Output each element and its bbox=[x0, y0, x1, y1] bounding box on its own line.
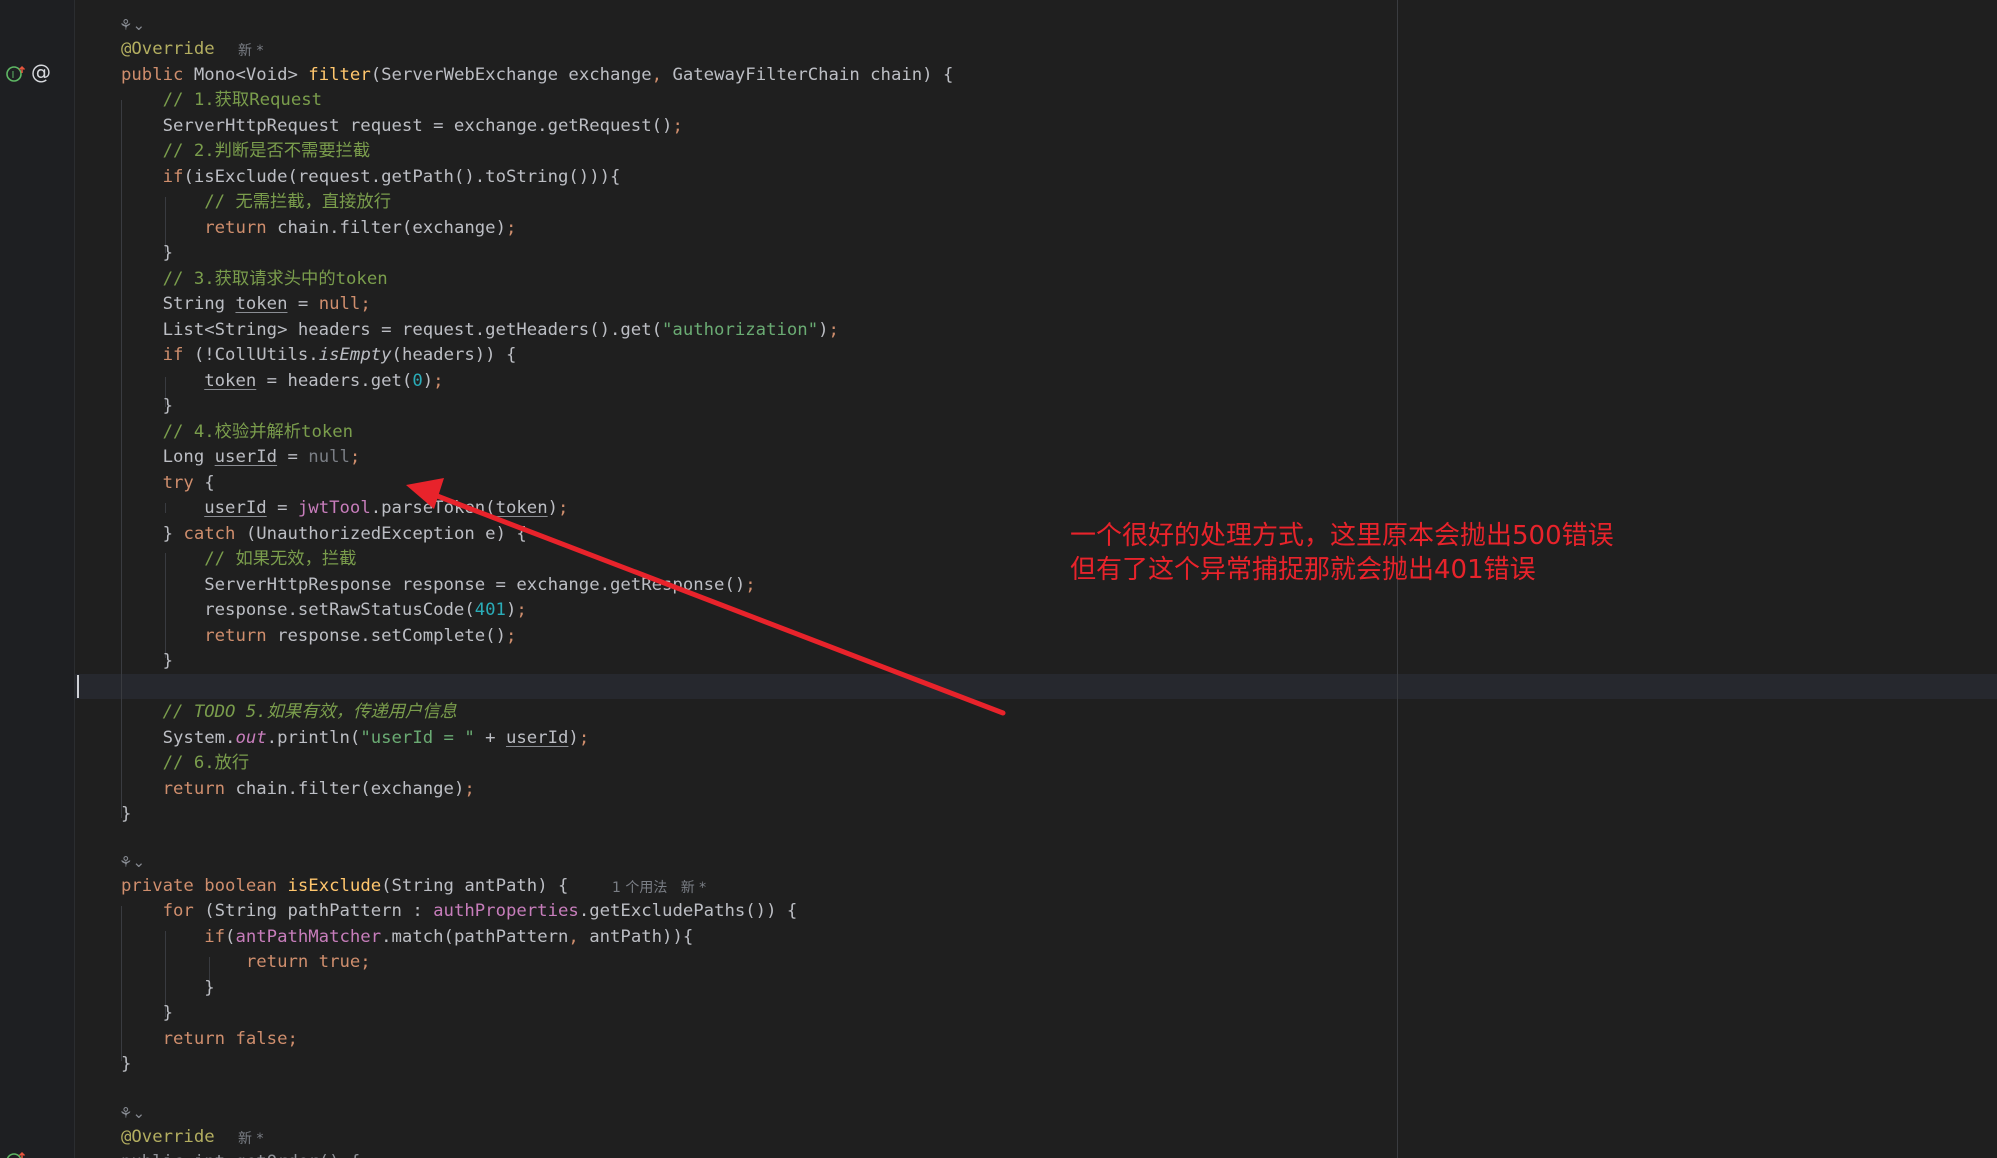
annotation-note: 一个很好的处理方式，这里原本会抛出500错误 但有了这个异常捕捉那就会抛出401错… bbox=[1070, 519, 1614, 587]
annotation-line-2: 但有了这个异常捕捉那就会抛出401错误 bbox=[1070, 555, 1536, 585]
annotation-line-1: 一个很好的处理方式，这里原本会抛出500错误 bbox=[1070, 521, 1614, 551]
annotation-arrow bbox=[406, 478, 1006, 716]
